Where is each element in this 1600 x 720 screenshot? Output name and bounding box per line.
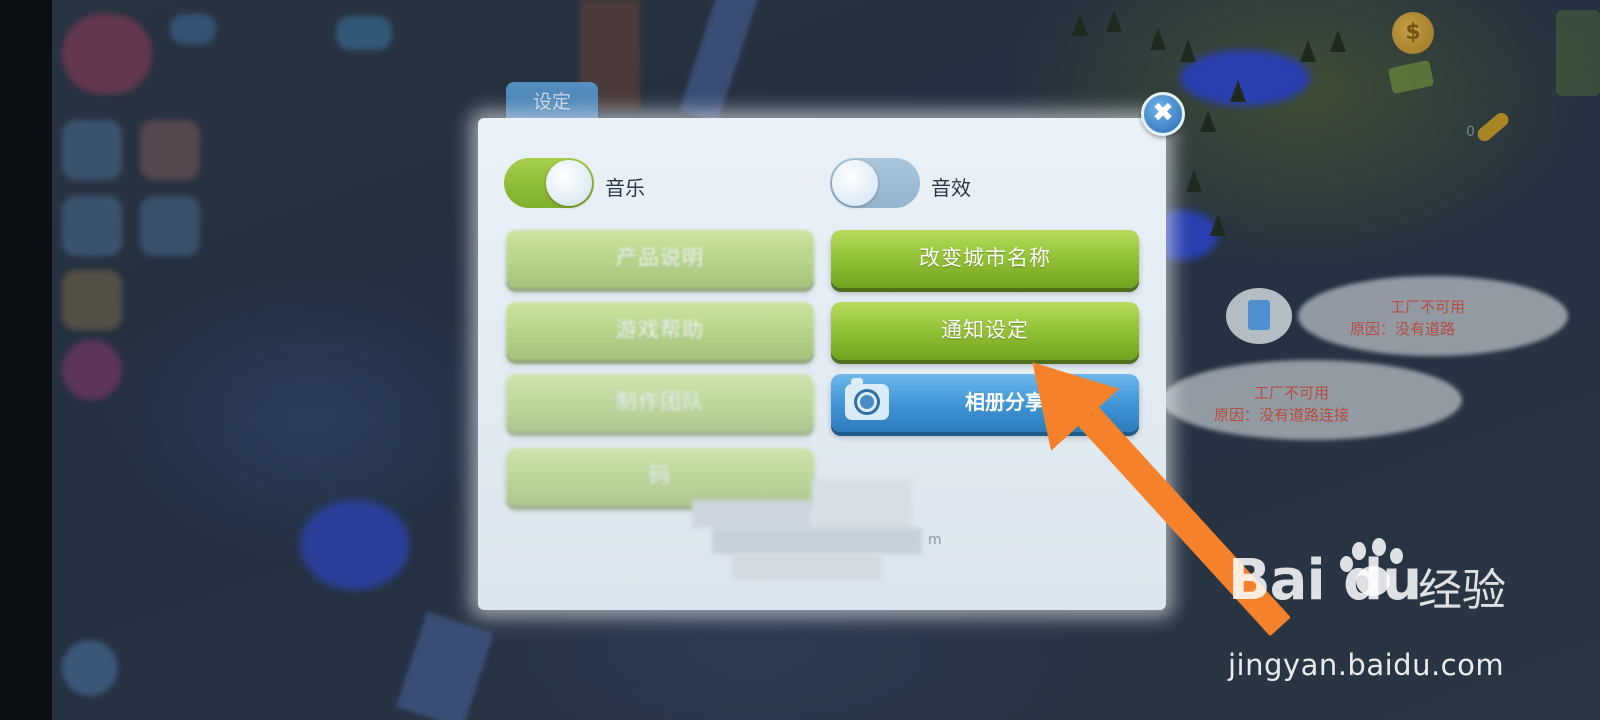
baidu-watermark: Bai du 经验 jingyan.baidu.com	[1228, 538, 1558, 688]
game-help-button[interactable]: 游戏帮助	[506, 302, 814, 360]
music-label: 音乐	[605, 176, 645, 200]
left-menu-icon	[140, 196, 200, 256]
coin-icon[interactable]: $	[1392, 12, 1434, 54]
left-menu-icon	[62, 120, 122, 180]
camera-icon	[845, 378, 889, 420]
top-menu-icon	[170, 14, 216, 44]
baidu-jingyan-label: 经验	[1418, 565, 1506, 616]
watermark-url: jingyan.baidu.com	[1228, 648, 1505, 682]
thought-bubble-1-line2: 原因：没有道路	[1350, 320, 1456, 338]
left-menu-icon	[62, 640, 118, 696]
left-menu-icon	[62, 14, 152, 94]
tree	[1230, 80, 1246, 102]
tree	[1300, 40, 1316, 62]
product-info-button[interactable]: 产品说明	[506, 230, 814, 288]
notification-settings-button[interactable]: 通知设定	[831, 302, 1139, 360]
tree	[1200, 110, 1216, 132]
toggle-knob	[546, 160, 592, 206]
left-menu-icon	[62, 270, 122, 330]
sound-effects-toggle[interactable]	[830, 158, 920, 208]
top-menu-icon	[336, 16, 392, 50]
music-toggle[interactable]	[504, 158, 594, 208]
key-count: 0	[1466, 124, 1475, 140]
toggle-knob	[832, 160, 878, 206]
left-menu-icon	[140, 120, 200, 180]
thought-bubble-1-line1: 工厂不可用	[1390, 298, 1466, 316]
tree	[1210, 214, 1226, 236]
lake	[300, 500, 410, 590]
tree	[1330, 30, 1346, 52]
settings-tab[interactable]: 设定	[506, 82, 598, 122]
left-menu-icon	[62, 340, 122, 400]
tree	[1150, 28, 1166, 50]
screen-left-edge	[0, 0, 52, 720]
credits-button[interactable]: 制作团队	[506, 374, 814, 432]
thought-bubble-2-line1: 工厂不可用	[1254, 384, 1330, 402]
tree	[1186, 170, 1202, 192]
redacted-tail: m	[928, 532, 942, 548]
tree	[1072, 14, 1088, 36]
left-menu-icon	[62, 196, 122, 256]
close-button[interactable]: ✖	[1141, 92, 1185, 136]
tree	[1180, 40, 1196, 62]
sound-effects-label: 音效	[931, 176, 971, 200]
rename-city-button[interactable]: 改变城市名称	[831, 230, 1139, 288]
right-side-panel[interactable]	[1556, 10, 1600, 96]
code-button[interactable]: 码	[506, 448, 814, 506]
clipboard-icon[interactable]	[1226, 288, 1292, 344]
paw-icon	[1338, 538, 1408, 602]
thought-bubble-2-line2: 原因：没有道路连接	[1214, 406, 1350, 424]
tree	[1106, 10, 1122, 32]
